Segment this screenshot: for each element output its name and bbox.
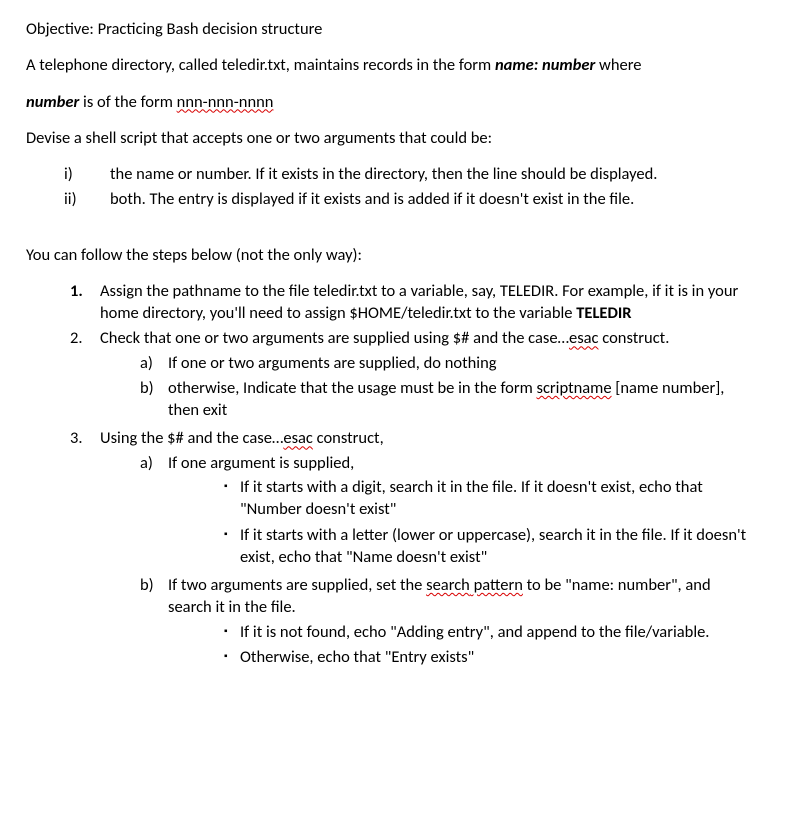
- square-bullet-icon: ▪: [224, 476, 240, 521]
- alpha-body: otherwise, Indicate that the usage must …: [168, 377, 764, 422]
- step-2b: b) otherwise, Indicate that the usage mu…: [140, 377, 764, 422]
- alpha-marker: b): [140, 574, 168, 671]
- bullet-body: If it is not found, echo "Adding entry",…: [240, 621, 756, 643]
- emphasis-name-number: name: number: [495, 55, 595, 75]
- text: Check that one or two arguments are supp…: [100, 328, 569, 348]
- spellcheck-pattern: pattern: [470, 575, 523, 595]
- bullet-list: ▪ If it is not found, echo "Adding entry…: [224, 621, 756, 669]
- alpha-list: a) If one or two arguments are supplied,…: [140, 352, 764, 422]
- bullet-body: Otherwise, echo that "Entry exists": [240, 646, 756, 668]
- text: If two arguments are supplied, set the: [168, 575, 426, 595]
- roman-list: i) the name or number. If it exists in t…: [64, 163, 772, 211]
- alpha-marker: b): [140, 377, 168, 422]
- step-marker: 3.: [70, 427, 100, 674]
- square-bullet-icon: ▪: [224, 621, 240, 643]
- intro-paragraph-3: Devise a shell script that accepts one o…: [26, 127, 772, 149]
- emphasis-number: number: [26, 92, 79, 112]
- step-body: Using the $# and the case…esac construct…: [100, 427, 772, 674]
- text: Using the $# and the case…: [100, 428, 283, 448]
- emphasis-teledir: TELEDIR: [576, 303, 631, 323]
- step-body: Check that one or two arguments are supp…: [100, 327, 772, 424]
- square-bullet-icon: ▪: [224, 524, 240, 569]
- bullet-body: If it starts with a letter (lower or upp…: [240, 524, 756, 569]
- bullet-list: ▪ If it starts with a digit, search it i…: [224, 476, 756, 568]
- alpha-marker: a): [140, 352, 168, 374]
- text: otherwise, Indicate that the usage must …: [168, 378, 537, 398]
- alpha-marker: a): [140, 452, 168, 571]
- text: construct.: [599, 328, 670, 348]
- spellcheck-search: search: [426, 575, 470, 595]
- alpha-body: If two arguments are supplied, set the s…: [168, 574, 764, 671]
- bullet-3a-2: ▪ If it starts with a letter (lower or u…: [224, 524, 756, 569]
- roman-marker: i): [64, 163, 110, 185]
- step-1: 1. Assign the pathname to the file teled…: [70, 280, 772, 325]
- intro-paragraph-2: number is of the form nnn-nnn-nnnn: [26, 91, 772, 113]
- roman-marker: ii): [64, 188, 110, 210]
- step-marker: 2.: [70, 327, 100, 424]
- spacer: [26, 214, 772, 244]
- step-marker: 1.: [70, 280, 100, 325]
- steps-intro: You can follow the steps below (not the …: [26, 244, 772, 266]
- bullet-3b-2: ▪ Otherwise, echo that "Entry exists": [224, 646, 756, 668]
- alpha-body: If one or two arguments are supplied, do…: [168, 352, 764, 374]
- text: is of the form: [79, 92, 176, 112]
- step-2: 2. Check that one or two arguments are s…: [70, 327, 772, 424]
- step-3a: a) If one argument is supplied, ▪ If it …: [140, 452, 764, 571]
- spellcheck-esac: esac: [569, 328, 599, 348]
- text: where: [595, 55, 641, 75]
- text: If one argument is supplied,: [168, 453, 354, 473]
- intro-paragraph-1: A telephone directory, called teledir.tx…: [26, 54, 772, 76]
- bullet-body: If it starts with a digit, search it in …: [240, 476, 756, 521]
- roman-body: the name or number. If it exists in the …: [110, 163, 772, 185]
- spellcheck-scriptname: scriptname: [537, 378, 612, 398]
- step-2a: a) If one or two arguments are supplied,…: [140, 352, 764, 374]
- spellcheck-esac: esac: [283, 428, 313, 448]
- text: Assign the pathname to the file teledir.…: [100, 281, 738, 323]
- bullet-3a-1: ▪ If it starts with a digit, search it i…: [224, 476, 756, 521]
- square-bullet-icon: ▪: [224, 646, 240, 668]
- step-3b: b) If two arguments are supplied, set th…: [140, 574, 764, 671]
- step-3: 3. Using the $# and the case…esac constr…: [70, 427, 772, 674]
- text: A telephone directory, called teledir.tx…: [26, 55, 495, 75]
- roman-body: both. The entry is displayed if it exist…: [110, 188, 772, 210]
- roman-item-i: i) the name or number. If it exists in t…: [64, 163, 772, 185]
- alpha-body: If one argument is supplied, ▪ If it sta…: [168, 452, 764, 571]
- spellcheck-nnn: nnn-nnn-nnnn: [177, 92, 274, 112]
- numbered-list: 1. Assign the pathname to the file teled…: [70, 280, 772, 674]
- roman-item-ii: ii) both. The entry is displayed if it e…: [64, 188, 772, 210]
- text: construct,: [313, 428, 384, 448]
- objective-line: Objective: Practicing Bash decision stru…: [26, 18, 772, 40]
- step-body: Assign the pathname to the file teledir.…: [100, 280, 772, 325]
- alpha-list: a) If one argument is supplied, ▪ If it …: [140, 452, 764, 671]
- bullet-3b-1: ▪ If it is not found, echo "Adding entry…: [224, 621, 756, 643]
